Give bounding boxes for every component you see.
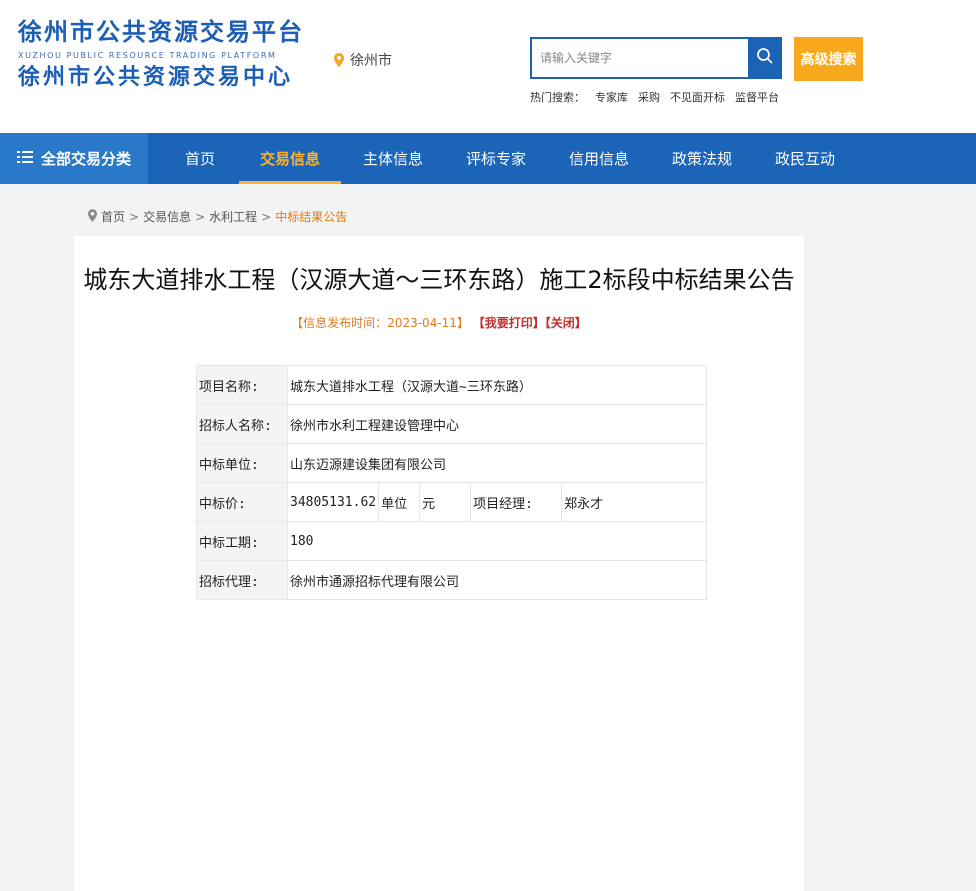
publish-date: 2023-04-11 <box>387 316 457 330</box>
location-label: 徐州市 <box>350 53 392 69</box>
agent-value: 徐州市通源招标代理有限公司 <box>286 560 708 600</box>
tenderer-value: 徐州市水利工程建设管理中心 <box>286 404 708 444</box>
advanced-search-button[interactable]: 高级搜索 <box>794 37 863 81</box>
unit-value: 元 <box>419 482 472 522</box>
breadcrumb-pin-icon <box>88 208 97 225</box>
hot-link-remote-bid[interactable]: 不见面开标 <box>670 89 725 105</box>
nav-home[interactable]: 首页 <box>149 133 251 184</box>
table-row: 中标工期: 180 <box>196 521 708 561</box>
breadcrumb-separator: > <box>129 209 140 224</box>
breadcrumb-trade-info[interactable]: 交易信息 <box>143 208 191 225</box>
site-header: 徐州市公共资源交易平台 XUZHOU PUBLIC RESOURCE TRADI… <box>0 0 976 133</box>
location-selector[interactable]: 徐州市 <box>334 50 392 70</box>
menu-icon <box>16 150 33 168</box>
table-row: 中标价: 34805131.62 单位 元 项目经理: 郑永才 <box>196 482 708 522</box>
nav-experts[interactable]: 评标专家 <box>445 133 547 184</box>
breadcrumb-water-project[interactable]: 水利工程 <box>209 208 257 225</box>
logo-subtitle: 徐州市公共资源交易中心 <box>18 65 294 90</box>
breadcrumb-separator: > <box>261 209 272 224</box>
hot-link-procurement[interactable]: 采购 <box>638 89 660 105</box>
table-row: 招标代理: 徐州市通源招标代理有限公司 <box>196 560 708 600</box>
article-meta: 【信息发布时间：2023-04-11】 【我要打印】【关闭】 <box>74 314 804 331</box>
winner-value: 山东迈源建设集团有限公司 <box>286 443 708 483</box>
breadcrumb: 首页 > 交易信息 > 水利工程 > 中标结果公告 <box>88 208 347 225</box>
all-categories-button[interactable]: 全部交易分类 <box>0 133 148 184</box>
field-label: 项目名称: <box>196 365 288 405</box>
publish-prefix: 【信息发布时间： <box>291 316 388 330</box>
logo-title: 徐州市公共资源交易平台 <box>18 18 304 46</box>
breadcrumb-separator: > <box>195 209 206 224</box>
table-row: 招标人名称: 徐州市水利工程建设管理中心 <box>196 404 708 444</box>
unit-label: 单位 <box>378 482 421 522</box>
period-value: 180 <box>286 521 708 561</box>
award-info-table: 项目名称: 城东大道排水工程（汉源大道~三环东路） 招标人名称: 徐州市水利工程… <box>196 365 708 600</box>
table-row: 中标单位: 山东迈源建设集团有限公司 <box>196 443 708 483</box>
hot-search-label: 热门搜索： <box>530 91 585 104</box>
publish-suffix: 】 <box>456 316 469 330</box>
logo-english: XUZHOU PUBLIC RESOURCE TRADING PLATFORM <box>18 51 277 60</box>
field-label: 中标价: <box>196 482 288 522</box>
hot-search: 热门搜索： 专家库 采购 不见面开标 监督平台 <box>530 89 779 105</box>
breadcrumb-home[interactable]: 首页 <box>101 208 125 225</box>
article-card: 城东大道排水工程（汉源大道～三环东路）施工2标段中标结果公告 【信息发布时间：2… <box>74 236 804 891</box>
field-label: 招标代理: <box>196 560 288 600</box>
site-logo[interactable]: 徐州市公共资源交易平台 XUZHOU PUBLIC RESOURCE TRADI… <box>18 18 304 92</box>
all-categories-label: 全部交易分类 <box>40 150 131 168</box>
field-label: 招标人名称: <box>196 404 288 444</box>
table-row: 项目名称: 城东大道排水工程（汉源大道~三环东路） <box>196 365 708 405</box>
search-box <box>530 37 782 79</box>
close-button[interactable]: 【关闭】 <box>545 316 587 330</box>
field-label: 中标单位: <box>196 443 288 483</box>
nav-credit-info[interactable]: 信用信息 <box>548 133 650 184</box>
nav-policy[interactable]: 政策法规 <box>651 133 753 184</box>
price-value: 34805131.62 <box>286 482 380 522</box>
main-nav: 全部交易分类 首页 交易信息 主体信息 评标专家 信用信息 政策法规 政民互动 <box>0 133 976 184</box>
hot-link-supervision[interactable]: 监督平台 <box>735 89 779 105</box>
hot-link-expert[interactable]: 专家库 <box>595 89 628 105</box>
manager-value: 郑永才 <box>561 482 708 522</box>
project-name-value: 城东大道排水工程（汉源大道~三环东路） <box>286 365 708 405</box>
field-label: 中标工期: <box>196 521 288 561</box>
nav-interaction[interactable]: 政民互动 <box>754 133 856 184</box>
search-input[interactable] <box>532 39 758 77</box>
print-button[interactable]: 【我要打印】 <box>473 316 545 330</box>
manager-label: 项目经理: <box>470 482 563 522</box>
location-pin-icon <box>334 53 344 67</box>
nav-trade-info[interactable]: 交易信息 <box>239 133 341 184</box>
search-icon <box>756 47 774 69</box>
article-title: 城东大道排水工程（汉源大道～三环东路）施工2标段中标结果公告 <box>83 266 795 294</box>
nav-entity-info[interactable]: 主体信息 <box>342 133 444 184</box>
breadcrumb-current: 中标结果公告 <box>275 210 348 224</box>
search-button[interactable] <box>748 37 782 79</box>
